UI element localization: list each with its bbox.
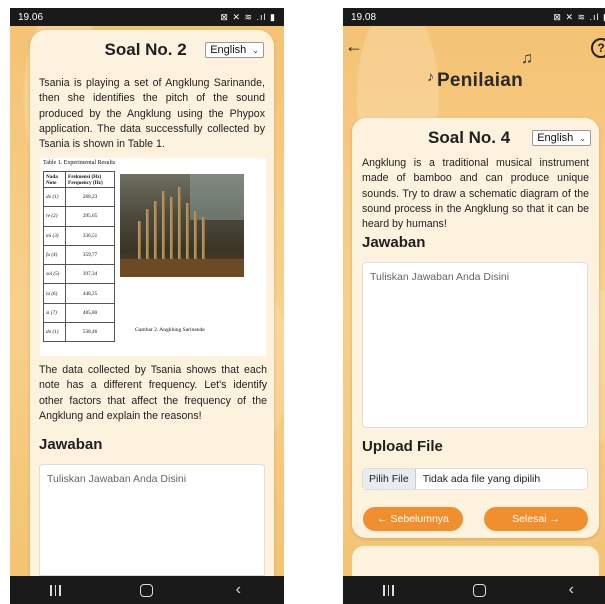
frequency-cell: 359,77 <box>65 244 115 266</box>
note-cell: do (1) <box>42 322 67 343</box>
question-title: Soal No. 2 <box>104 40 187 59</box>
angklung-tube <box>194 211 197 261</box>
frequency-cell: 336,51 <box>65 225 115 246</box>
answer-textarea[interactable]: Tuliskan Jawaban Anda Disini <box>362 262 588 428</box>
table-row: fa (4) 359,77 <box>42 244 115 266</box>
question-card: Soal No. 4 English ⌄ Angklung is a tradi… <box>352 118 599 538</box>
next-card-edge <box>352 546 599 576</box>
card-header: Soal No. 2 English ⌄ <box>40 40 264 60</box>
angklung-stand <box>120 259 244 277</box>
home-button[interactable] <box>470 580 490 600</box>
question-title: Soal No. 4 <box>428 128 511 147</box>
note-cell: si (7) <box>42 302 67 324</box>
status-icons: ⊠ ✕ ≋ .ıl ▮ <box>220 11 276 22</box>
angklung-tube <box>154 201 157 261</box>
angklung-tube <box>162 191 165 261</box>
finish-button[interactable]: Selesai → <box>484 507 588 531</box>
help-icon[interactable]: ? <box>591 38 605 58</box>
note-cell: fa (4) <box>42 244 67 266</box>
chevron-down-icon: ⌄ <box>579 133 586 143</box>
status-icons: ⊠ ✕ ≋ .ıl ▮ <box>553 11 605 22</box>
android-navbar: ‹ <box>343 576 605 604</box>
question-text: Angklung is a traditional musical instru… <box>362 157 589 231</box>
angklung-tube <box>202 217 205 261</box>
recents-icon[interactable] <box>46 580 66 600</box>
answer-textarea[interactable]: Tuliskan Jawaban Anda Disini <box>39 464 265 576</box>
recents-icon[interactable] <box>379 580 399 600</box>
answer-heading: Jawaban <box>362 234 426 251</box>
table-row: do (1) 268,23 <box>42 186 115 208</box>
home-icon <box>140 583 154 597</box>
status-time: 19.06 <box>18 11 44 23</box>
note-cell: re (2) <box>42 206 67 227</box>
frequency-cell: 485,80 <box>65 302 115 324</box>
image-caption: Gambar 2. Angklung Sarinande <box>135 327 205 333</box>
table-header-frequency: Frekuensi (Hz) Frequency (Hz) <box>65 171 115 188</box>
angklung-photo <box>120 174 244 277</box>
table-header-note: Nada Note <box>42 171 67 188</box>
question-followup: The data collected by Tsania shows that … <box>39 364 267 422</box>
table-caption: Table 1. Experimental Results <box>43 160 116 166</box>
music-note-icon: ♫ <box>521 50 533 67</box>
phone-screen-left: 19.06 ⊠ ✕ ≋ .ıl ▮ Soal No. 2 English ⌄ T… <box>10 8 284 604</box>
frequency-table: Nada Note Frekuensi (Hz) Frequency (Hz) … <box>42 171 115 343</box>
answer-heading: Jawaban <box>39 436 103 453</box>
table-row: la (6) 448,25 <box>42 283 115 304</box>
language-value: English <box>210 44 247 56</box>
table-row: do (1) 538,46 <box>42 322 115 343</box>
file-input[interactable]: Pilih File Tidak ada file yang dipilih <box>362 468 588 490</box>
language-select[interactable]: English ⌄ <box>532 130 591 146</box>
frequency-cell: 448,25 <box>65 283 115 304</box>
file-status: Tidak ada file yang dipilih <box>422 473 541 485</box>
language-value: English <box>537 132 574 144</box>
question-figure: Table 1. Experimental Results Nada Note … <box>40 158 266 356</box>
table-row: mi (3) 336,51 <box>42 225 115 246</box>
chevron-down-icon: ⌄ <box>252 45 259 55</box>
back-icon[interactable]: ‹ <box>228 580 248 600</box>
home-button[interactable] <box>137 580 157 600</box>
frequency-cell: 538,46 <box>65 322 115 343</box>
frequency-cell: 268,23 <box>65 186 115 208</box>
language-select[interactable]: English ⌄ <box>205 42 264 58</box>
home-icon <box>473 583 487 597</box>
note-cell: mi (3) <box>42 225 67 246</box>
table-row: re (2) 295,65 <box>42 206 115 227</box>
phone-screen-right: 19.08 ⊠ ✕ ≋ .ıl ▮ ← ? ♫ ♪ Penilaian Soal… <box>343 8 605 604</box>
choose-file-button[interactable]: Pilih File <box>363 469 416 489</box>
previous-button[interactable]: ← Sebelumnya <box>363 507 463 531</box>
back-icon[interactable]: ‹ <box>561 580 581 600</box>
note-cell: la (6) <box>42 283 67 304</box>
angklung-tube <box>170 197 173 261</box>
upload-heading: Upload File <box>362 438 443 455</box>
answer-placeholder: Tuliskan Jawaban Anda Disini <box>370 271 510 283</box>
table-row: sol (5) 397,34 <box>42 264 115 285</box>
note-cell: do (1) <box>42 186 67 208</box>
status-bar: 19.08 ⊠ ✕ ≋ .ıl ▮ <box>343 8 605 26</box>
frequency-cell: 397,34 <box>65 264 115 285</box>
angklung-tube <box>146 209 149 261</box>
angklung-tube <box>138 221 141 261</box>
table-row: si (7) 485,80 <box>42 302 115 324</box>
status-time: 19.08 <box>351 11 377 23</box>
question-intro: Tsania is playing a set of Angklung Sari… <box>39 77 265 151</box>
card-header: Soal No. 4 English ⌄ <box>362 128 591 148</box>
back-arrow-icon[interactable]: ← <box>345 36 363 57</box>
angklung-tube <box>186 203 189 261</box>
page-title: Penilaian <box>436 70 524 91</box>
frequency-cell: 295,65 <box>65 206 115 227</box>
note-cell: sol (5) <box>42 264 67 285</box>
status-bar: 19.06 ⊠ ✕ ≋ .ıl ▮ <box>10 8 284 26</box>
photo-window <box>190 174 244 220</box>
answer-placeholder: Tuliskan Jawaban Anda Disini <box>47 473 187 485</box>
angklung-tube <box>178 187 181 261</box>
android-navbar: ‹ <box>10 576 284 604</box>
